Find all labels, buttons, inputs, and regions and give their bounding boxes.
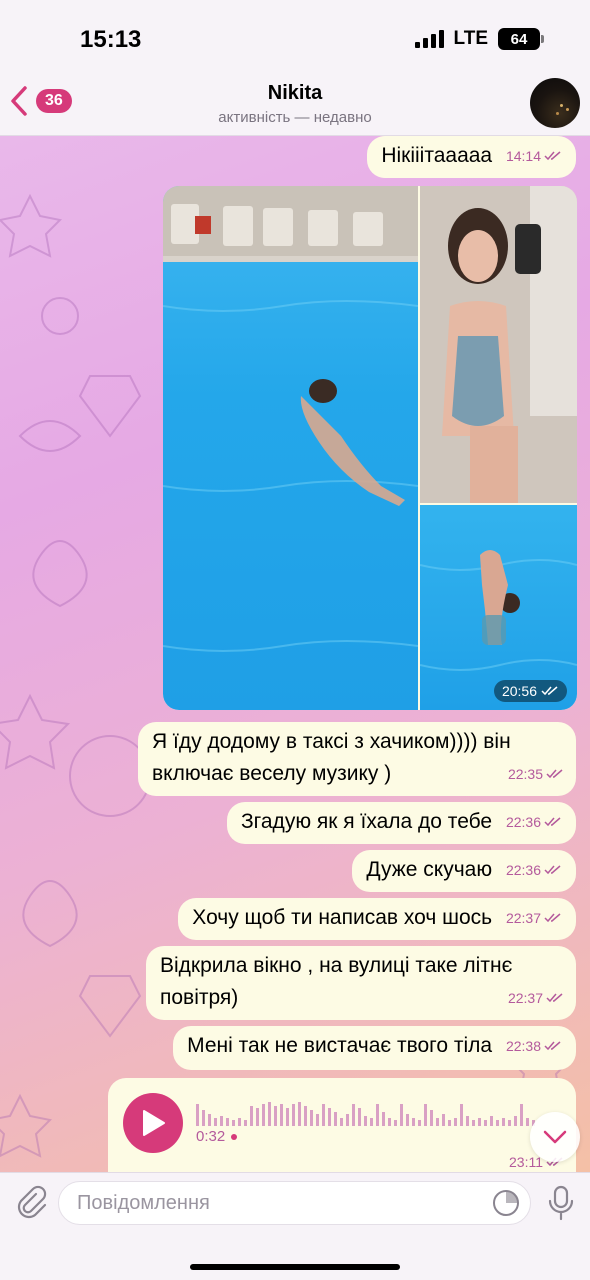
message-time: 22:36	[505, 862, 541, 879]
scroll-down-button[interactable]	[530, 1112, 580, 1162]
signal-icon	[414, 30, 444, 48]
message-text: Відкрила вікно , на вулиці таке літнє по…	[160, 954, 513, 1009]
voice-message[interactable]: 0:32 23:11	[108, 1078, 576, 1172]
message-bubble[interactable]: Я їду додому в таксі з хачиком)))) він в…	[138, 722, 576, 796]
message-text: Згадую як я їхала до тебе	[241, 810, 493, 833]
message-bubble[interactable]: Мені так не вистачає твого тіла 22:38	[173, 1026, 576, 1070]
selfie-photo[interactable]	[420, 186, 577, 503]
message-meta: 22:36	[506, 854, 562, 886]
double-check-icon	[546, 769, 563, 779]
pool-photo-1-illustration	[163, 186, 418, 652]
message-bubble[interactable]: Відкрила вікно , на вулиці таке літнє по…	[146, 946, 576, 1020]
attach-icon[interactable]	[14, 1185, 48, 1219]
message-time: 22:37	[505, 910, 541, 927]
message-meta: 22:37	[508, 982, 564, 1014]
home-indicator	[190, 1264, 400, 1270]
message-time: 14:14	[505, 148, 541, 165]
message-meta: 22:37	[506, 902, 562, 934]
message-text: Нікііітааааа	[381, 144, 493, 167]
double-check-icon	[546, 993, 563, 1003]
network-type: LTE	[453, 28, 488, 49]
message-bubble[interactable]: Дуже скучаю 22:36	[352, 850, 576, 892]
message-meta: 14:14	[506, 140, 562, 172]
message-time: 22:38	[505, 1038, 541, 1055]
chevron-down-icon	[543, 1130, 567, 1144]
album-time: 20:56	[501, 683, 537, 699]
sticker-icon[interactable]	[492, 1189, 520, 1217]
voice-duration-text: 0:32	[196, 1128, 226, 1145]
voice-duration: 0:32	[196, 1128, 238, 1145]
waveform[interactable]	[196, 1100, 546, 1126]
double-check-icon	[544, 817, 561, 827]
double-check-icon	[544, 913, 561, 923]
message-meta: 22:35	[508, 758, 564, 790]
message-text: Дуже скучаю	[366, 858, 493, 881]
message-bubble[interactable]: Згадую як я їхала до тебе 22:36	[227, 802, 576, 844]
pool-photo-1[interactable]	[163, 186, 418, 710]
double-check-icon	[541, 686, 558, 696]
chat-title[interactable]: Nikita	[0, 82, 590, 105]
avatar[interactable]	[530, 78, 580, 128]
selfie-photo-illustration	[420, 186, 577, 503]
message-time: 22:36	[505, 814, 541, 831]
photo-album[interactable]: 20:56	[163, 186, 577, 710]
chat-status: активність — недавно	[218, 109, 372, 126]
chat-header: 36 Nikita активність — недавно	[0, 78, 590, 136]
message-meta: 22:38	[506, 1030, 562, 1062]
double-check-icon	[544, 865, 561, 875]
album-meta: 20:56	[493, 680, 567, 702]
double-check-icon	[544, 1041, 561, 1051]
status-indicators: LTE 64	[414, 28, 544, 50]
play-button[interactable]	[123, 1093, 183, 1153]
battery-level: 64	[510, 30, 528, 48]
message-text: Хочу щоб ти написав хоч шось	[192, 906, 493, 929]
battery-icon: 64	[498, 28, 544, 50]
voice-time: 23:11	[509, 1154, 543, 1170]
message-bubble[interactable]: Нікііітааааа 14:14	[367, 136, 576, 178]
message-bubble[interactable]: Хочу щоб ти написав хоч шось 22:37	[178, 898, 576, 940]
status-time: 15:13	[80, 26, 142, 53]
unlistened-dot	[231, 1133, 238, 1140]
message-input[interactable]	[58, 1181, 531, 1225]
message-time: 22:37	[507, 990, 543, 1006]
microphone-icon[interactable]	[546, 1185, 576, 1221]
message-meta: 22:36	[506, 806, 562, 838]
status-bar: 15:13 LTE 64	[0, 0, 590, 78]
double-check-icon	[544, 151, 561, 161]
message-text: Я їду додому в таксі з хачиком)))) він в…	[152, 730, 511, 785]
message-time: 22:35	[507, 766, 543, 782]
play-icon	[143, 1110, 165, 1136]
message-text: Мені так не вистачає твого тіла	[187, 1034, 493, 1057]
